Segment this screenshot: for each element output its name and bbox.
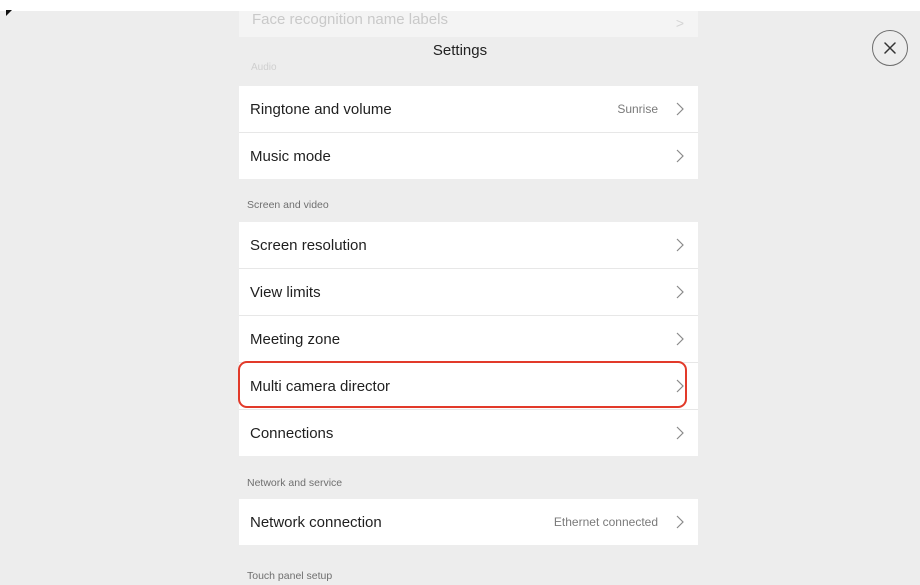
connections-item[interactable]: Connections xyxy=(239,410,698,456)
item-value: Sunrise xyxy=(617,102,658,116)
item-label: Multi camera director xyxy=(250,377,391,395)
item-label: View limits xyxy=(250,283,321,301)
top-strip xyxy=(0,0,920,11)
item-label: Meeting zone xyxy=(250,330,341,348)
close-button[interactable] xyxy=(872,30,908,66)
chevron-right-icon xyxy=(676,332,684,346)
chevron-right-icon xyxy=(676,102,684,116)
chevron-right-icon xyxy=(676,379,684,393)
chevron-right-icon xyxy=(676,238,684,252)
faded-section-label: Audio xyxy=(251,62,277,73)
chevron-right-icon xyxy=(676,285,684,299)
audio-settings-card: Ringtone and volume Sunrise Music mode xyxy=(239,86,698,179)
section-label-screen-and-video: Screen and video xyxy=(247,199,329,211)
item-label: Screen resolution xyxy=(250,236,367,254)
section-label-touch-panel-setup: Touch panel setup xyxy=(247,570,333,582)
chevron-right-icon xyxy=(676,149,684,163)
screen-video-settings-card: Screen resolution View limits Meeting zo… xyxy=(239,222,698,456)
item-label: Connections xyxy=(250,424,334,442)
item-label: Ringtone and volume xyxy=(250,100,392,118)
chevron-right-icon xyxy=(676,515,684,529)
network-settings-card: Network connection Ethernet connected xyxy=(239,499,698,545)
item-value: Ethernet connected xyxy=(553,515,658,529)
section-label-network-and-service: Network and service xyxy=(247,477,343,489)
screen-resolution-item[interactable]: Screen resolution xyxy=(239,222,698,269)
multi-camera-director-item[interactable]: Multi camera director xyxy=(239,363,698,410)
item-label: Network connection xyxy=(250,513,382,531)
close-icon xyxy=(884,42,896,54)
ringtone-and-volume-item[interactable]: Ringtone and volume Sunrise xyxy=(239,86,698,133)
network-connection-item[interactable]: Network connection Ethernet connected xyxy=(239,499,698,545)
item-label: Music mode xyxy=(250,147,331,165)
corner-mark xyxy=(6,10,12,16)
faded-item-label: Face recognition name labels xyxy=(252,11,448,28)
view-limits-item[interactable]: View limits xyxy=(239,269,698,316)
chevron-right-icon xyxy=(676,426,684,440)
chevron-right-icon: > xyxy=(675,15,684,31)
faded-list-item[interactable]: Face recognition name labels > xyxy=(239,11,698,37)
page-title: Settings xyxy=(432,42,488,59)
music-mode-item[interactable]: Music mode xyxy=(239,133,698,179)
meeting-zone-item[interactable]: Meeting zone xyxy=(239,316,698,363)
